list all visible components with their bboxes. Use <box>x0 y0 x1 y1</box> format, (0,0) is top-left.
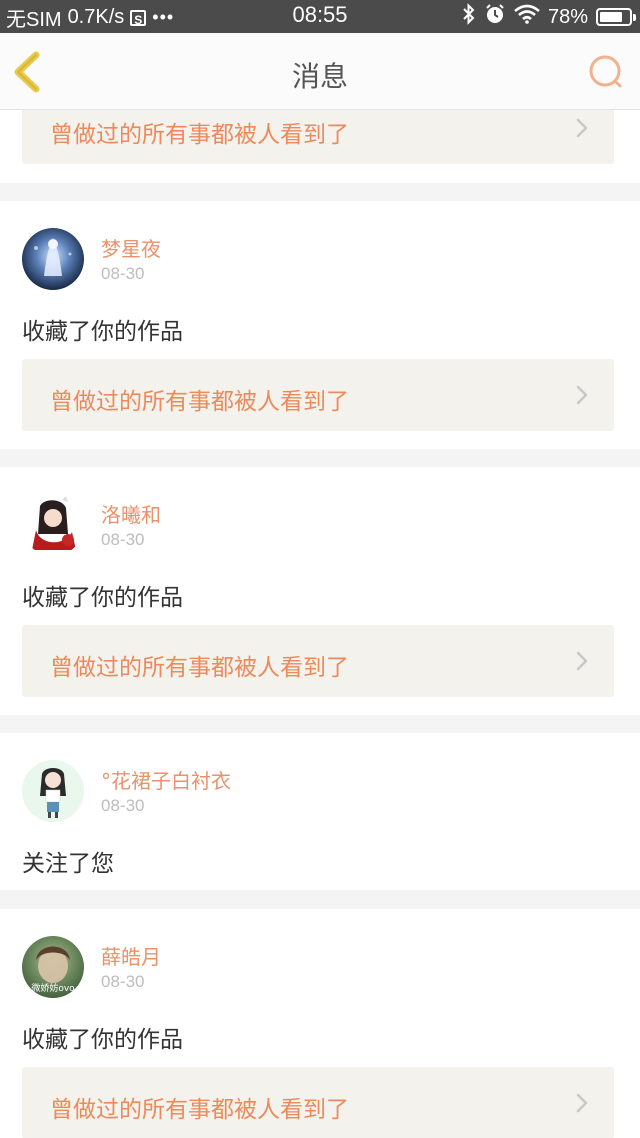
work-link[interactable]: 曾做过的所有事都被人看到了 <box>22 110 614 164</box>
notification-card: °花裙子白衬衣 08-30 关注了您 <box>0 733 640 890</box>
notification-action: 收藏了你的作品 <box>22 1027 183 1053</box>
work-title: 曾做过的所有事都被人看到了 <box>50 655 349 681</box>
notification-action: 收藏了你的作品 <box>22 319 183 345</box>
notification-card: 微娇妨ovo 薛皓月 08-30 收藏了你的作品 曾做过的所有事都被人看到了 <box>0 909 640 1138</box>
battery-percent: 78% <box>547 5 588 28</box>
search-button[interactable] <box>586 53 626 93</box>
notification-date: 08-30 <box>101 796 145 815</box>
notification-action: 收藏了你的作品 <box>22 585 183 611</box>
notification-date: 08-30 <box>101 264 145 283</box>
avatar[interactable]: 微娇妨ovo <box>22 936 84 998</box>
notification-card: 梦星夜 08-30 收藏了你的作品 曾做过的所有事都被人看到了 <box>0 201 640 449</box>
username[interactable]: °花裙子白衬衣 <box>101 765 231 794</box>
chevron-right-icon <box>576 1093 588 1113</box>
notification-date: 08-30 <box>101 972 145 991</box>
alarm-icon <box>484 3 506 31</box>
bluetooth-icon <box>462 3 476 31</box>
status-bar: 无SIM 0.7K/s S ••• 08:55 78% <box>0 0 640 33</box>
chevron-right-icon <box>576 651 588 671</box>
status-right: 78% <box>462 3 636 31</box>
work-title: 曾做过的所有事都被人看到了 <box>50 122 349 148</box>
message-feed[interactable]: 曾做过的所有事都被人看到了 梦星夜 08-30 收藏了你的作品 曾做过的所有事都… <box>0 110 640 1138</box>
battery-level-fill <box>600 12 622 22</box>
work-link[interactable]: 曾做过的所有事都被人看到了 <box>22 625 614 697</box>
wifi-icon <box>514 4 540 30</box>
page-title: 消息 <box>291 60 348 93</box>
battery-tip <box>633 14 636 21</box>
avatar-watermark: 微娇妨ovo <box>31 982 75 994</box>
avatar[interactable] <box>22 760 84 822</box>
nav-header: 消息 <box>0 33 640 110</box>
work-link[interactable]: 曾做过的所有事都被人看到了 <box>22 359 614 431</box>
notification-card: 洛曦和 08-30 收藏了你的作品 曾做过的所有事都被人看到了 <box>0 467 640 715</box>
username[interactable]: 薛皓月 <box>101 941 161 970</box>
notification-date: 08-30 <box>101 530 145 549</box>
work-link[interactable]: 曾做过的所有事都被人看到了 <box>22 1067 614 1138</box>
notification-action: 关注了您 <box>22 851 114 877</box>
search-icon <box>586 55 626 97</box>
work-title: 曾做过的所有事都被人看到了 <box>50 389 349 415</box>
chevron-right-icon <box>576 385 588 405</box>
username[interactable]: 梦星夜 <box>101 233 161 262</box>
username[interactable]: 洛曦和 <box>101 499 161 528</box>
chevron-right-icon <box>576 118 588 138</box>
avatar[interactable] <box>22 494 84 556</box>
notification-card-partial: 曾做过的所有事都被人看到了 <box>0 110 640 183</box>
battery-icon <box>596 8 636 26</box>
avatar[interactable] <box>22 228 84 290</box>
work-title: 曾做过的所有事都被人看到了 <box>50 1097 349 1123</box>
